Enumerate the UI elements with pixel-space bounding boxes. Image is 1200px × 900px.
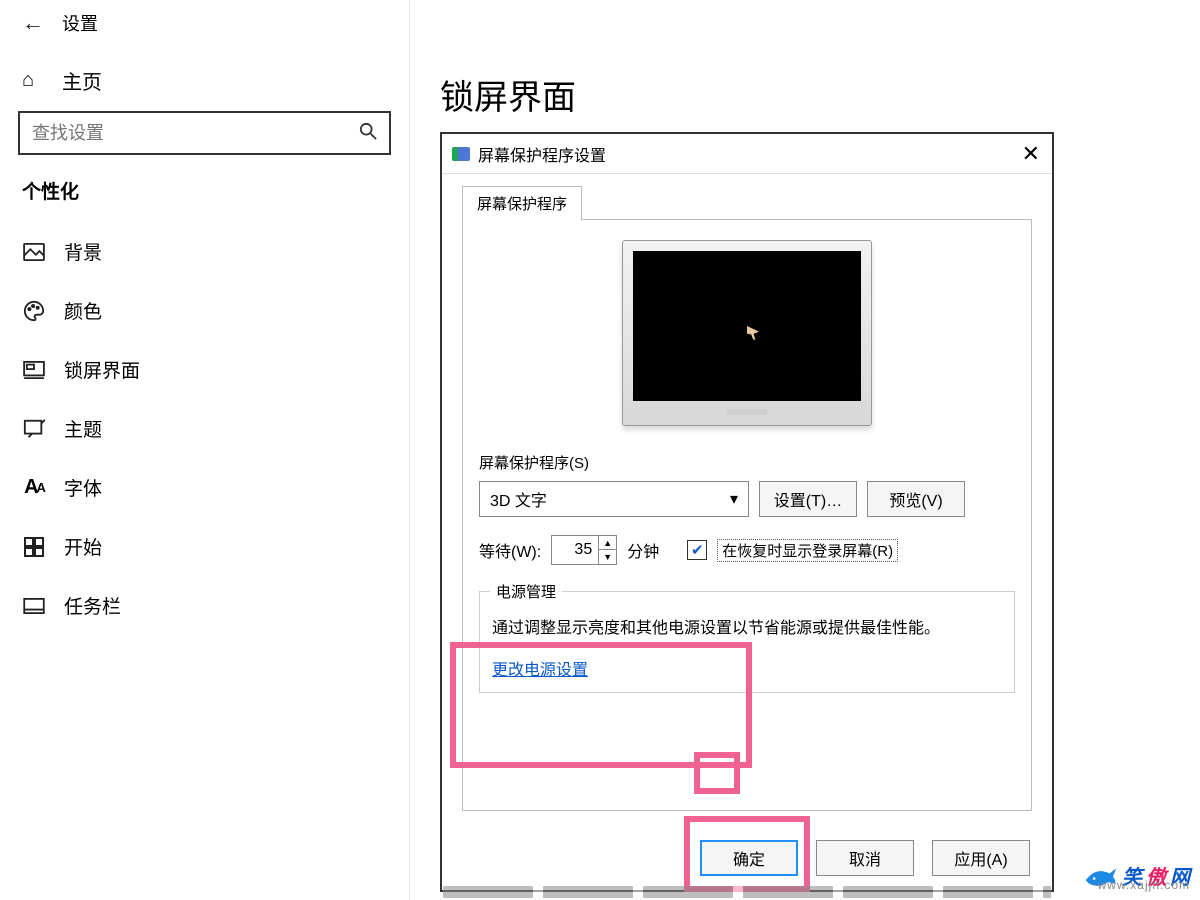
power-desc: 通过调整显示亮度和其他电源设置以节省能源或提供最佳性能。 (492, 614, 1002, 638)
close-icon[interactable]: ✕ (1022, 141, 1040, 167)
watermark: 笑傲网 www.xajjn.com (1084, 861, 1190, 890)
saver-preview-button[interactable]: 预览(V) (867, 481, 965, 517)
screensaver-select[interactable]: 3D 文字 ▾ (479, 481, 749, 517)
tab-screensaver[interactable]: 屏幕保护程序 (462, 186, 582, 220)
sidebar-item-color[interactable]: 颜色 (0, 281, 409, 340)
sidebar-item-lockscreen[interactable]: 锁屏界面 (0, 340, 409, 399)
wait-minutes-input[interactable] (552, 536, 598, 564)
sidebar-item-label: 主题 (64, 415, 102, 442)
sidebar-item-start[interactable]: 开始 (0, 517, 409, 576)
font-icon: AA (22, 476, 46, 500)
sidebar-item-font[interactable]: AA 字体 (0, 458, 409, 517)
power-group: 电源管理 通过调整显示亮度和其他电源设置以节省能源或提供最佳性能。 更改电源设置 (479, 591, 1015, 693)
watermark-url: www.xajjn.com (1098, 878, 1190, 892)
sidebar-item-label: 开始 (64, 533, 102, 560)
nav-home-label: 主页 (62, 66, 102, 95)
home-icon: ⌂ (22, 69, 44, 92)
screensaver-group: 屏幕保护程序(S) 3D 文字 ▾ 设置(T)… 预览(V) 等待(W): ▲ (479, 452, 1015, 565)
back-icon[interactable]: ← (22, 10, 44, 36)
sidebar-item-label: 背景 (64, 238, 102, 265)
preview-monitor (479, 240, 1015, 426)
sidebar-item-label: 锁屏界面 (64, 356, 140, 383)
sidebar-item-label: 颜色 (64, 297, 102, 324)
nav-home[interactable]: ⌂ 主页 (0, 56, 409, 111)
dialog-app-icon (452, 147, 470, 161)
change-power-link[interactable]: 更改电源设置 (492, 662, 588, 679)
theme-icon (22, 417, 46, 441)
taskbar-icon (22, 594, 46, 618)
minutes-label: 分钟 (627, 538, 659, 562)
sidebar-item-label: 字体 (64, 474, 102, 501)
search-field[interactable] (18, 111, 391, 155)
search-input[interactable] (32, 123, 332, 144)
screensaver-selected: 3D 文字 (490, 487, 547, 511)
sidebar-header: ← 设置 (0, 8, 409, 56)
ok-button[interactable]: 确定 (700, 840, 798, 876)
saver-settings-button[interactable]: 设置(T)… (759, 481, 857, 517)
settings-sidebar: ← 设置 ⌂ 主页 个性化 背景 颜色 锁屏界面 主题 (0, 0, 410, 900)
thumbnail-strip (443, 886, 1051, 898)
screensaver-group-label: 屏幕保护程序(S) (479, 452, 1015, 473)
sidebar-item-label: 任务栏 (64, 592, 121, 619)
cancel-button[interactable]: 取消 (816, 840, 914, 876)
palette-icon (22, 299, 46, 323)
spin-down-icon[interactable]: ▼ (598, 550, 616, 564)
apply-button[interactable]: 应用(A) (932, 840, 1030, 876)
sidebar-item-theme[interactable]: 主题 (0, 399, 409, 458)
power-group-label: 电源管理 (490, 581, 562, 602)
sidebar-item-background[interactable]: 背景 (0, 222, 409, 281)
wait-label: 等待(W): (479, 538, 541, 562)
resume-logon-checkbox[interactable]: ✔ (687, 540, 707, 560)
screensaver-dialog: 屏幕保护程序设置 ✕ 屏幕保护程序 屏幕保护程序(S) 3D 文字 ▾ 设置( (440, 132, 1054, 892)
section-personalization: 个性化 (0, 177, 409, 222)
spin-up-icon[interactable]: ▲ (598, 536, 616, 550)
sidebar-item-taskbar[interactable]: 任务栏 (0, 576, 409, 635)
dialog-titlebar[interactable]: 屏幕保护程序设置 ✕ (442, 134, 1052, 174)
settings-title: 设置 (62, 10, 98, 36)
dialog-title: 屏幕保护程序设置 (478, 142, 606, 166)
cursor-icon (747, 326, 759, 340)
search-icon[interactable] (359, 122, 377, 145)
chevron-down-icon: ▾ (730, 489, 738, 509)
lockscreen-icon (22, 358, 46, 382)
tab-panel: 屏幕保护程序(S) 3D 文字 ▾ 设置(T)… 预览(V) 等待(W): ▲ (462, 219, 1032, 811)
page-title: 锁屏界面 (440, 70, 1200, 119)
image-icon (22, 240, 46, 264)
resume-logon-label: 在恢复时显示登录屏幕(R) (717, 539, 898, 562)
wait-minutes-stepper[interactable]: ▲ ▼ (551, 535, 617, 565)
start-icon (22, 535, 46, 559)
